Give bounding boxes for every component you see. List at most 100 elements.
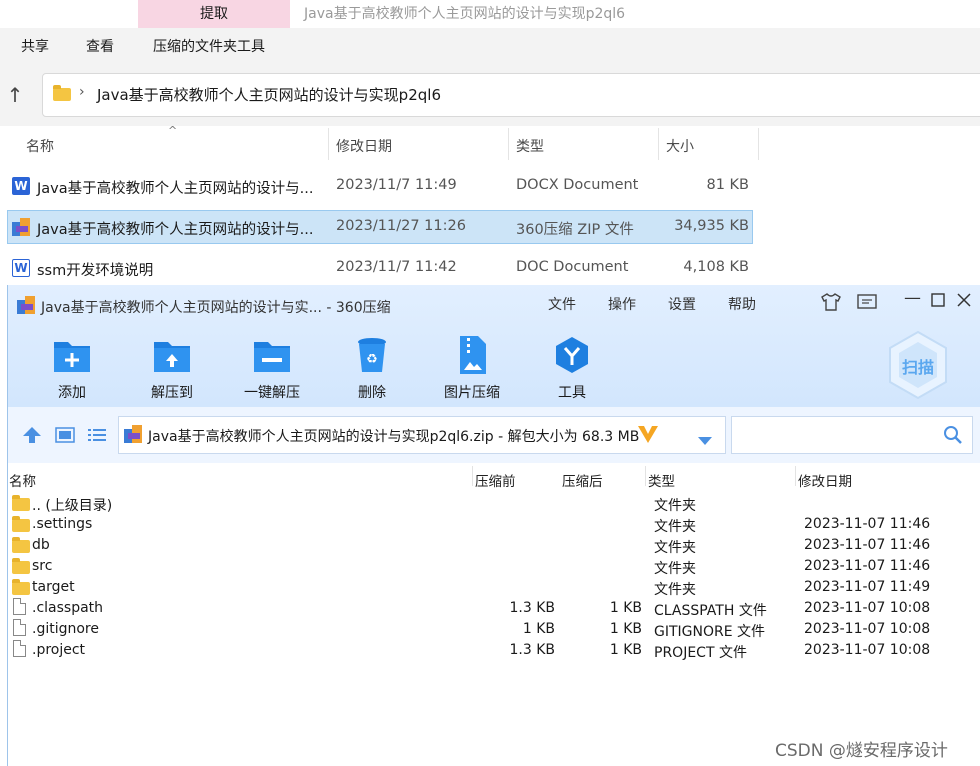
list-view-icon[interactable] <box>87 427 107 447</box>
archiver-title: Java基于高校教师个人主页网站的设计与实... - 360压缩 <box>41 300 391 316</box>
folder-icon <box>12 516 30 532</box>
column-header-type[interactable]: 类型 <box>648 470 675 490</box>
archive-row[interactable]: .. (上级目录) 文件夹 <box>8 493 968 514</box>
watermark: CSDN @燧安程序设计 <box>775 741 948 761</box>
file-date: 2023/11/7 11:42 <box>336 259 457 275</box>
archive-row-date: 2023-11-07 11:46 <box>804 537 931 553</box>
svg-text:♻: ♻ <box>366 352 378 367</box>
menu-operation[interactable]: 操作 <box>608 294 636 314</box>
add-button[interactable]: 添加 <box>27 336 117 402</box>
column-header-modified[interactable]: 修改日期 <box>798 470 852 490</box>
archive-row[interactable]: db 文件夹 2023-11-07 11:46 <box>8 535 968 556</box>
column-divider[interactable] <box>658 128 659 160</box>
file-row[interactable]: W Java基于高校教师个人主页网站的设计与... 2023/11/7 11:4… <box>7 169 753 203</box>
delete-label: 删除 <box>358 385 386 401</box>
column-divider[interactable] <box>795 466 796 486</box>
archive-row[interactable]: target 文件夹 2023-11-07 11:49 <box>8 577 968 598</box>
extract-folder-icon <box>152 336 192 374</box>
column-divider[interactable] <box>508 128 509 160</box>
search-icon[interactable] <box>943 425 963 449</box>
ribbon-tab-compressed-tools[interactable]: 压缩的文件夹工具 <box>153 36 265 56</box>
address-path: Java基于高校教师个人主页网站的设计与实现p2ql6 <box>97 86 441 104</box>
archive-row-type: 文件夹 <box>654 519 696 535</box>
search-input[interactable] <box>731 416 973 454</box>
feedback-icon[interactable] <box>856 292 878 317</box>
file-size: 4,108 KB <box>683 259 749 275</box>
file-name: Java基于高校教师个人主页网站的设计与... <box>37 181 314 197</box>
file-row-selected[interactable]: Java基于高校教师个人主页网站的设计与... 2023/11/27 11:26… <box>7 210 753 244</box>
file-type: DOCX Document <box>516 177 639 193</box>
column-divider[interactable] <box>472 466 473 486</box>
column-header-size[interactable]: 大小 <box>666 136 694 156</box>
menu-help[interactable]: 帮助 <box>728 294 756 314</box>
column-divider[interactable] <box>758 128 759 160</box>
ribbon-tab-view[interactable]: 查看 <box>86 36 114 56</box>
column-header-type[interactable]: 类型 <box>516 136 544 156</box>
menu-settings[interactable]: 设置 <box>668 294 696 314</box>
archive-row-original-size: 1 KB <box>522 621 555 637</box>
minimize-icon[interactable]: — <box>904 288 921 308</box>
tools-label: 工具 <box>558 385 586 401</box>
archive-row-type: CLASSPATH 文件 <box>654 603 767 619</box>
column-header-name[interactable]: 名称 <box>26 136 54 156</box>
column-header-original-size[interactable]: 压缩前 <box>475 470 516 490</box>
maximize-icon[interactable] <box>930 292 946 313</box>
verified-v-icon <box>637 424 659 448</box>
up-arrow-icon[interactable]: ↑ <box>4 82 26 108</box>
archive-row-type: GITIGNORE 文件 <box>654 624 766 640</box>
add-label: 添加 <box>58 385 86 401</box>
close-icon[interactable] <box>956 292 972 313</box>
one-click-extract-label: 一键解压 <box>244 385 300 401</box>
file-size: 34,935 KB <box>674 218 749 234</box>
archive-row-original-size: 1.3 KB <box>509 600 556 616</box>
archive-row[interactable]: src 文件夹 2023-11-07 11:46 <box>8 556 968 577</box>
tools-hexagon-icon <box>552 336 592 374</box>
archive-row-name: target <box>32 579 75 595</box>
folder-icon <box>53 85 71 101</box>
file-icon <box>13 619 26 636</box>
tools-button[interactable]: 工具 <box>527 336 617 402</box>
archive-row-compressed-size: 1 KB <box>609 642 642 658</box>
file-type: 360压缩 ZIP 文件 <box>516 222 634 238</box>
archive-row-date: 2023-11-07 10:08 <box>804 642 931 658</box>
column-divider[interactable] <box>645 466 646 486</box>
archive-row[interactable]: .settings 文件夹 2023-11-07 11:46 <box>8 514 968 535</box>
ribbon-tab-share[interactable]: 共享 <box>21 36 49 56</box>
file-icon <box>13 640 26 657</box>
archive-row-date: 2023-11-07 10:08 <box>804 600 931 616</box>
delete-button[interactable]: ♻ 删除 <box>327 336 417 402</box>
image-compress-button[interactable]: 图片压缩 <box>427 336 517 402</box>
one-click-extract-icon <box>252 336 292 374</box>
ribbon-tab-extract[interactable]: 提取 <box>138 0 290 28</box>
menu-file[interactable]: 文件 <box>548 294 576 314</box>
one-click-extract-button[interactable]: 一键解压 <box>227 336 317 402</box>
file-name: Java基于高校教师个人主页网站的设计与... <box>37 222 314 238</box>
column-header-date[interactable]: 修改日期 <box>336 136 392 156</box>
archive-row-type: 文件夹 <box>654 540 696 556</box>
add-folder-icon <box>52 336 92 374</box>
archive-row[interactable]: .classpath 1.3 KB 1 KB CLASSPATH 文件 2023-11-… <box>8 598 968 619</box>
archive-row[interactable]: .project 1.3 KB 1 KB PROJECT 文件 2023-11-07 1… <box>8 640 968 661</box>
column-divider[interactable] <box>328 128 329 160</box>
scan-button[interactable]: 扫描 <box>886 330 950 400</box>
window-title: Java基于高校教师个人主页网站的设计与实现p2ql6 <box>304 6 626 22</box>
image-compress-label: 图片压缩 <box>444 385 500 401</box>
dropdown-arrow-icon[interactable] <box>698 430 712 449</box>
archive-row-name: src <box>32 558 53 574</box>
archive-row-type: PROJECT 文件 <box>654 645 747 661</box>
archive-row[interactable]: .gitignore 1 KB 1 KB GITIGNORE 文件 2023-11-07… <box>8 619 968 640</box>
chevron-right-icon[interactable]: › <box>79 84 85 100</box>
sort-up-icon: ^ <box>168 124 178 137</box>
archive-row-date: 2023-11-07 11:46 <box>804 558 931 574</box>
archive-row-name: .settings <box>32 516 93 532</box>
extract-to-button[interactable]: 解压到 <box>127 336 217 402</box>
up-level-icon[interactable] <box>22 426 42 448</box>
archive-row-type: 文件夹 <box>654 582 696 598</box>
skin-shirt-icon[interactable] <box>820 292 842 317</box>
archive-row-name: db <box>32 537 50 553</box>
file-row[interactable]: W ssm开发环境说明 2023/11/7 11:42 DOC Document… <box>7 251 753 285</box>
column-header-compressed-size[interactable]: 压缩后 <box>562 470 603 490</box>
word-docx-icon: W <box>12 177 30 195</box>
thumbnail-view-icon[interactable] <box>55 427 75 447</box>
column-header-name[interactable]: 名称 <box>9 470 36 490</box>
